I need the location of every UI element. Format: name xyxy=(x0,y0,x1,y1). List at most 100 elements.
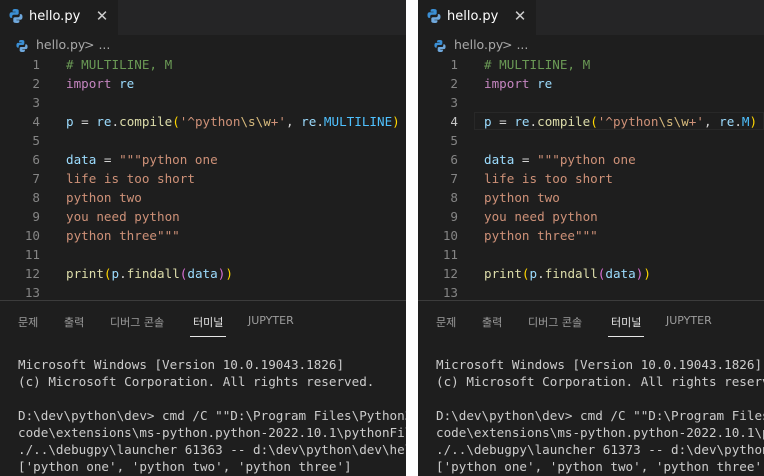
close-icon[interactable]: ✕ xyxy=(511,7,529,25)
code-token: re xyxy=(719,114,735,129)
panel-tab[interactable]: 문제 xyxy=(18,314,38,330)
code-line: 3 xyxy=(0,93,406,112)
line-code: python three""" xyxy=(66,226,180,245)
tab-hello-py[interactable]: hello.py ✕ xyxy=(418,0,536,35)
code-token: re xyxy=(301,114,317,129)
code-token: \s\w xyxy=(658,114,689,129)
code-line: 11 xyxy=(0,245,406,264)
code-line: 10 python three""" xyxy=(418,226,764,245)
line-number: 9 xyxy=(450,209,458,224)
line-number: 8 xyxy=(450,190,458,205)
code-line: 11 xyxy=(418,245,764,264)
editor-pane-right: hello.py ✕ hello.py > ... 1 # MULTILINE, M 2 im… xyxy=(418,0,764,476)
active-tab-underline xyxy=(190,336,226,337)
code-line: 1 # MULTILINE, M xyxy=(418,55,764,74)
line-code: python two xyxy=(484,188,560,207)
terminal-output[interactable]: Microsoft Windows [Version 10.0.19043.18… xyxy=(436,356,764,475)
code-token: = xyxy=(73,114,97,129)
line-code: print(p.findall(data)) xyxy=(66,264,233,283)
panel-tab[interactable]: 디버그 콘솔 xyxy=(528,314,582,330)
line-number: 2 xyxy=(32,76,40,91)
code-token: p xyxy=(66,114,74,129)
line-number: 8 xyxy=(32,190,40,205)
code-token: ( xyxy=(103,266,112,281)
breadcrumb-file[interactable]: hello.py xyxy=(36,37,85,52)
line-code: p = re.compile('^python\s\w+', re.M) xyxy=(484,112,757,131)
breadcrumb-symbols[interactable]: > ... xyxy=(502,37,528,52)
panel-tab[interactable]: 문제 xyxy=(436,314,456,330)
line-code: # MULTILINE, M xyxy=(66,55,172,74)
editor-pane-left: hello.py ✕ hello.py > ... 1 # MULTILINE, M 2 im… xyxy=(0,0,406,476)
line-code: data = """python one xyxy=(66,150,218,169)
code-token: . xyxy=(537,266,545,281)
terminal-line: ['python one', 'python two', 'python thr… xyxy=(18,459,352,474)
code-token: = xyxy=(514,152,538,167)
panel-tab[interactable]: 터미널 xyxy=(611,314,641,330)
code-token: p xyxy=(484,114,492,129)
code-token: ( xyxy=(590,114,598,129)
code-token: import xyxy=(66,76,112,91)
breadcrumb: hello.py > ... xyxy=(418,35,764,55)
close-icon[interactable]: ✕ xyxy=(93,7,111,25)
code-line: 9 you need python xyxy=(418,207,764,226)
code-editor[interactable]: 1 # MULTILINE, M 2 import re 3 4 p = re.compil… xyxy=(0,55,406,300)
python-file-icon xyxy=(434,38,446,52)
code-token: compile xyxy=(119,114,173,129)
tab-bar: hello.py ✕ xyxy=(418,0,764,35)
line-code: you need python xyxy=(484,207,598,226)
tab-label: hello.py xyxy=(447,9,499,24)
line-number: 9 xyxy=(32,209,40,224)
code-token: . xyxy=(529,114,538,129)
code-token: # MULTILINE, M xyxy=(66,57,173,72)
code-token: p xyxy=(529,266,538,281)
code-line: 5 xyxy=(0,131,406,150)
tab-label: hello.py xyxy=(29,9,81,24)
panel-tab[interactable]: 터미널 xyxy=(193,314,223,330)
panel-tab[interactable]: JUPYTER xyxy=(666,314,712,327)
code-line: 8 python two xyxy=(418,188,764,207)
breadcrumb-file[interactable]: hello.py xyxy=(454,37,503,52)
line-code: # MULTILINE, M xyxy=(484,55,590,74)
tab-hello-py[interactable]: hello.py ✕ xyxy=(0,0,118,35)
code-token: data xyxy=(484,152,515,167)
terminal-output[interactable]: Microsoft Windows [Version 10.0.19043.18… xyxy=(18,356,406,475)
code-editor[interactable]: 1 # MULTILINE, M 2 import re 3 4 p = re.compil… xyxy=(418,55,764,300)
terminal-line: code\extensions\ms-python.python-2022.10… xyxy=(436,425,764,440)
code-token: data xyxy=(66,152,97,167)
code-token: . xyxy=(119,266,127,281)
panel-tab[interactable]: JUPYTER xyxy=(248,314,294,327)
code-token: python two xyxy=(484,190,560,205)
line-number: 1 xyxy=(450,57,458,72)
code-token: re xyxy=(96,114,112,129)
code-token: . xyxy=(111,114,120,129)
panel-tab-bar: 문제 출력 디버그 콘솔 터미널 JUPYTER xyxy=(0,301,406,341)
terminal-line: ./..\debugpy\launcher 61363 -- d:\dev\py… xyxy=(18,442,406,457)
line-number: 11 xyxy=(442,247,458,262)
line-number: 4 xyxy=(450,114,458,129)
python-file-icon xyxy=(9,8,23,24)
code-token: print xyxy=(484,266,522,281)
line-number: 7 xyxy=(450,171,458,186)
code-token: +' xyxy=(270,114,286,129)
panel-tab[interactable]: 출력 xyxy=(482,314,502,330)
code-token: findall xyxy=(126,266,180,281)
terminal-line: Microsoft Windows [Version 10.0.19043.18… xyxy=(436,357,763,372)
panel-tab[interactable]: 출력 xyxy=(64,314,84,330)
line-code: import re xyxy=(66,74,134,93)
terminal-line: code\extensions\ms-python.python-2022.10… xyxy=(18,425,406,440)
code-token: ) xyxy=(643,266,651,281)
breadcrumb-symbols[interactable]: > ... xyxy=(84,37,110,52)
line-number: 10 xyxy=(442,228,458,243)
line-number: 7 xyxy=(32,171,40,186)
panel-tab[interactable]: 디버그 콘솔 xyxy=(110,314,164,330)
terminal-line: (c) Microsoft Corporation. All rights re… xyxy=(18,374,375,389)
code-line: 6 data = """python one xyxy=(418,150,764,169)
line-code: python three""" xyxy=(484,226,598,245)
code-line: 12 print(p.findall(data)) xyxy=(0,264,406,283)
line-number: 4 xyxy=(32,114,40,129)
code-line: 2 import re xyxy=(0,74,406,93)
code-token: findall xyxy=(544,266,598,281)
code-token: life is too short xyxy=(66,171,195,186)
line-number: 5 xyxy=(450,133,458,148)
